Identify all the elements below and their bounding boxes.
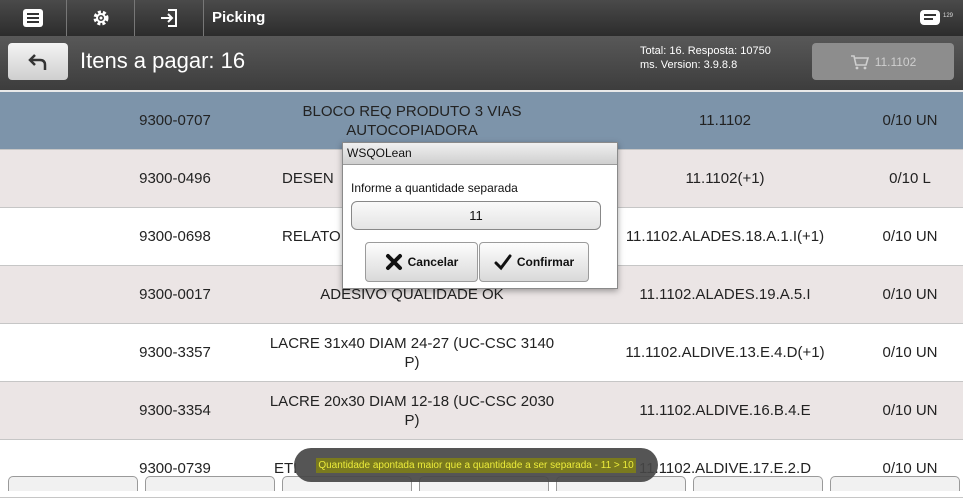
item-description: LACRE 31x40 DIAM 24-27 (UC-CSC 3140 P)	[269, 334, 555, 371]
cancel-button[interactable]: Cancelar	[365, 242, 478, 282]
bottom-button-2[interactable]	[145, 476, 275, 491]
separator	[203, 0, 204, 36]
item-location: 11.1102.ALADES.18.A.1.I(+1)	[625, 228, 825, 245]
close-icon	[385, 254, 402, 270]
item-location: 11.1102(+1)	[685, 170, 765, 187]
back-button[interactable]	[8, 43, 68, 80]
dialog-label: Informe a quantidade separada	[351, 181, 518, 195]
item-code: 9300-0698	[139, 228, 211, 245]
table-row[interactable]: 9300-3357 LACRE 31x40 DIAM 24-27 (UC-CSC…	[0, 324, 963, 382]
confirm-label: Confirmar	[516, 255, 575, 269]
messages-button[interactable]: 129	[915, 5, 955, 31]
quantity-input[interactable]: 11	[351, 201, 601, 230]
top-bar: Picking 129	[0, 0, 963, 36]
item-code: 9300-0017	[139, 286, 211, 303]
toast-text: Quantidade apontada maior que a quantida…	[316, 457, 636, 473]
login-button[interactable]	[135, 0, 203, 36]
message-count: 129	[942, 13, 953, 19]
item-description: BLOCO REQ PRODUTO 3 VIAS AUTOCOPIADORA	[302, 102, 522, 139]
toast-message: Quantidade apontada maior que a quantida…	[294, 448, 658, 482]
item-code: 9300-3354	[139, 402, 211, 419]
checkmark-icon	[494, 254, 512, 271]
status-line-1: Total: 16. Resposta: 10750	[640, 45, 771, 57]
confirm-button[interactable]: Confirmar	[479, 242, 589, 282]
bottom-button-1[interactable]	[8, 476, 138, 491]
app-title: Picking	[212, 9, 266, 26]
message-icon	[920, 10, 940, 25]
quantity-dialog: WSQOLean Informe a quantidade separada 1…	[342, 142, 618, 289]
cancel-label: Cancelar	[407, 255, 459, 269]
item-quantity: 0/10 UN	[882, 402, 938, 419]
item-location: 11.1102.ALDIVE.13.E.4.D(+1)	[625, 344, 825, 361]
item-code: 9300-0496	[139, 170, 211, 187]
route-label: 11.1102	[874, 54, 917, 69]
login-icon	[161, 9, 177, 27]
item-description: LACRE 20x30 DIAM 12-18 (UC-CSC 2030 P)	[269, 392, 555, 429]
item-location: 11.1102.ALADES.19.A.5.I	[639, 286, 811, 303]
item-location: 11.1102.ALDIVE.16.B.4.E	[639, 402, 811, 419]
item-quantity: 0/10 UN	[882, 286, 938, 303]
dialog-title: WSQOLean	[343, 143, 617, 165]
page-title: Itens a pagar: 16	[80, 48, 246, 73]
menu-icon	[23, 9, 43, 27]
item-quantity: 0/10 L	[889, 170, 931, 187]
table-row[interactable]: 9300-3354 LACRE 20x30 DIAM 12-18 (UC-CSC…	[0, 382, 963, 440]
item-quantity: 0/10 UN	[882, 228, 938, 245]
bottom-button-6[interactable]	[693, 476, 823, 491]
settings-gear-icon	[93, 10, 108, 26]
status-info: Total: 16. Resposta: 10750 ms. Version: …	[640, 44, 771, 72]
status-line-2: ms. Version: 3.9.8.8	[640, 59, 738, 71]
item-quantity: 0/10 UN	[882, 344, 938, 361]
item-location: 11.1102	[699, 112, 751, 129]
back-arrow-icon	[28, 53, 47, 70]
settings-button[interactable]	[67, 0, 134, 36]
bottom-button-7[interactable]	[830, 476, 960, 491]
item-code: 9300-0707	[139, 112, 211, 129]
menu-button[interactable]	[0, 0, 66, 36]
route-button[interactable]: 11.1102	[812, 43, 954, 80]
item-code: 9300-3357	[139, 344, 211, 361]
item-quantity: 0/10 UN	[882, 112, 938, 129]
cart-icon	[850, 54, 869, 69]
page-header: Itens a pagar: 16 Total: 16. Resposta: 1…	[0, 36, 963, 90]
